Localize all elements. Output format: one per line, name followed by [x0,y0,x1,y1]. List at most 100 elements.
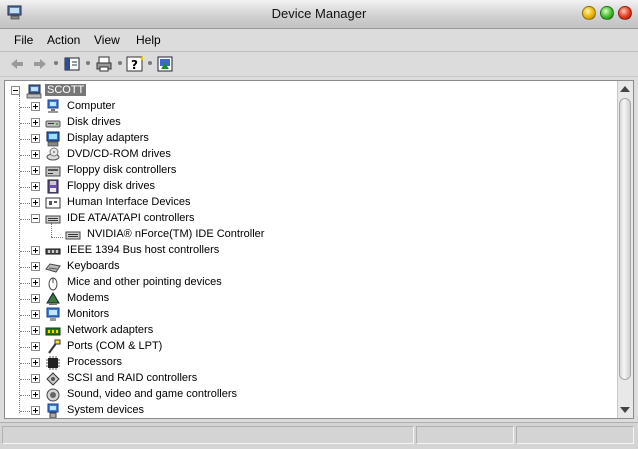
disk-drive-icon [45,115,61,131]
tree-item[interactable]: SCSI and RAID controllers [5,371,605,387]
collapse-toggle[interactable] [31,214,40,223]
expand-toggle[interactable] [31,390,40,399]
expand-toggle[interactable] [31,198,40,207]
expand-toggle[interactable] [31,118,40,127]
tree-item-label[interactable]: DVD/CD-ROM drives [67,148,171,160]
device-tree-panel: SCOTT Computer Disk drives Display adapter… [4,80,634,419]
status-pane [2,426,414,444]
expand-toggle[interactable] [31,406,40,415]
ide-controller-icon [45,211,61,227]
tree-item-label[interactable]: Floppy disk drives [67,180,155,192]
tree-item[interactable]: Monitors [5,307,605,323]
tree-item[interactable]: Floppy disk controllers [5,163,605,179]
tree-item[interactable]: Network adapters [5,323,605,339]
tree-item-label[interactable]: Sound, video and game controllers [67,388,237,400]
minimize-button[interactable] [582,6,596,20]
tree-item-label[interactable]: Modems [67,292,109,304]
tree-item[interactable]: Display adapters [5,131,605,147]
properties-icon[interactable] [156,55,174,73]
modem-icon [45,291,61,307]
tree-child-item[interactable]: NVIDIA® nForce(TM) IDE Controller [5,227,605,243]
scsi-icon [45,371,61,387]
ieee1394-icon [45,243,61,259]
tree-item[interactable]: Keyboards [5,259,605,275]
tree-item[interactable]: Computer [5,99,605,115]
expand-toggle[interactable] [31,182,40,191]
network-adapter-icon [45,323,61,339]
svg-text:?: ? [131,58,138,72]
display-adapter-icon [45,131,61,147]
tree-item[interactable]: Processors [5,355,605,371]
tree-item[interactable]: Sound, video and game controllers [5,387,605,403]
help-icon[interactable]: ? [126,55,144,73]
tree-root[interactable]: SCOTT [5,83,605,99]
tree-item[interactable]: Disk drives [5,115,605,131]
floppy-controller-icon [45,163,61,179]
tree-item[interactable]: Human Interface Devices [5,195,605,211]
expand-toggle[interactable] [31,294,40,303]
collapse-toggle[interactable] [11,86,20,95]
toolbar-separator [54,61,58,65]
tree-root-label[interactable]: SCOTT [45,84,87,96]
tree-item-label[interactable]: Ports (COM & LPT) [67,340,162,352]
expand-toggle[interactable] [31,326,40,335]
menu-view[interactable]: View [94,33,120,47]
expand-toggle[interactable] [31,342,40,351]
tree-item[interactable]: IEEE 1394 Bus host controllers [5,243,605,259]
tree-item[interactable]: Floppy disk drives [5,179,605,195]
vertical-scrollbar[interactable] [617,81,633,418]
tree-item-label[interactable]: IDE ATA/ATAPI controllers [67,212,195,224]
menu-bar: File Action View Help [0,29,638,52]
tree-item-label[interactable]: SCSI and RAID controllers [67,372,197,384]
tree-item-label[interactable]: Network adapters [67,324,153,336]
expand-toggle[interactable] [31,262,40,271]
expand-toggle[interactable] [31,150,40,159]
back-arrow-icon[interactable] [8,55,26,73]
title-bar[interactable]: Device Manager [0,0,638,29]
close-button[interactable] [618,6,632,20]
menu-action[interactable]: Action [47,33,80,47]
tree-item[interactable]: System devices [5,403,605,418]
tree-item[interactable]: Modems [5,291,605,307]
hid-icon [45,195,61,211]
processor-icon [45,355,61,371]
tree-item-label[interactable]: IEEE 1394 Bus host controllers [67,244,219,256]
window-title: Device Manager [271,6,367,21]
tree-item-label[interactable]: Floppy disk controllers [67,164,176,176]
expand-toggle[interactable] [31,374,40,383]
cdrom-icon [45,147,61,163]
maximize-button[interactable] [600,6,614,20]
expand-toggle[interactable] [31,102,40,111]
toolbar-separator [148,61,152,65]
tree-item-label[interactable]: Mice and other pointing devices [67,276,222,288]
tree-item[interactable]: DVD/CD-ROM drives [5,147,605,163]
expand-toggle[interactable] [31,246,40,255]
scroll-up-icon[interactable] [620,86,630,92]
expand-toggle[interactable] [31,134,40,143]
print-icon[interactable] [95,55,113,73]
tree-item-label[interactable]: Monitors [67,308,109,320]
forward-arrow-icon[interactable] [31,55,49,73]
expand-toggle[interactable] [31,166,40,175]
tree-item-label[interactable]: Disk drives [67,116,121,128]
tree-item-label[interactable]: Keyboards [67,260,120,272]
tree-child-label[interactable]: NVIDIA® nForce(TM) IDE Controller [87,228,264,240]
tree-item-label[interactable]: Display adapters [67,132,149,144]
tree-item-label[interactable]: Computer [67,100,115,112]
tree-item[interactable]: Ports (COM & LPT) [5,339,605,355]
expand-toggle[interactable] [31,358,40,367]
expand-toggle[interactable] [31,278,40,287]
tree-item[interactable]: Mice and other pointing devices [5,275,605,291]
tree-item-label[interactable]: Human Interface Devices [67,196,191,208]
tree-item[interactable]: IDE ATA/ATAPI controllers [5,211,605,227]
show-hide-tree-icon[interactable] [63,55,81,73]
menu-help[interactable]: Help [136,33,161,47]
menu-file[interactable]: File [14,33,33,47]
tree-item-label[interactable]: Processors [67,356,122,368]
expand-toggle[interactable] [31,310,40,319]
tree-item-label[interactable]: System devices [67,404,144,416]
scroll-down-icon[interactable] [620,407,630,413]
scrollbar-thumb[interactable] [619,98,631,380]
toolbar-separator [118,61,122,65]
mouse-icon [45,275,61,291]
